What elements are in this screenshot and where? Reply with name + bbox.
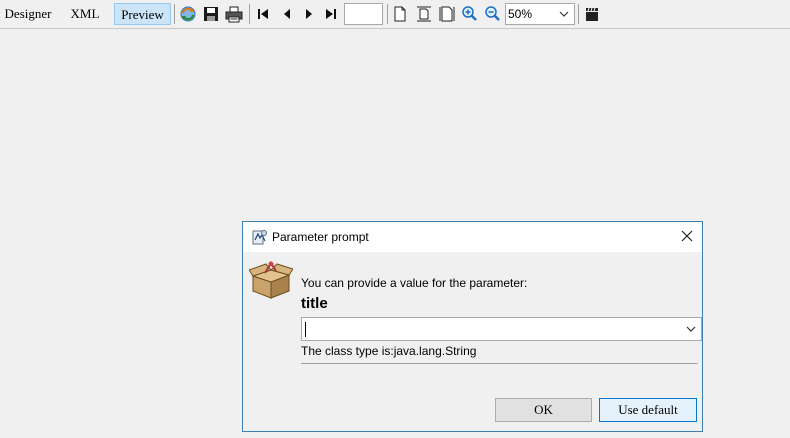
next-page-icon[interactable] [300, 5, 318, 23]
close-icon[interactable] [680, 229, 694, 243]
dialog-title: Parameter prompt [272, 230, 369, 244]
clapper-icon[interactable] [583, 5, 601, 23]
actual-size-icon[interactable] [391, 5, 409, 23]
first-page-icon[interactable] [254, 5, 272, 23]
chevron-down-icon[interactable] [685, 323, 697, 335]
tab-xml[interactable]: XML [62, 3, 108, 25]
tab-preview[interactable]: Preview [114, 3, 171, 25]
toolbar-separator [387, 4, 388, 24]
previous-page-icon[interactable] [278, 5, 296, 23]
page-number-input[interactable] [344, 3, 383, 25]
dialog-divider [301, 363, 698, 364]
report-app-icon [252, 230, 267, 245]
preview-toolbar: Designer XML Preview 50% [0, 0, 790, 29]
chevron-down-icon [559, 11, 569, 17]
zoom-select[interactable]: 50% [505, 3, 575, 25]
class-type-label: The class type is:java.lang.String [301, 344, 477, 358]
zoom-in-icon[interactable] [461, 5, 479, 23]
zoom-value: 50% [508, 7, 533, 21]
dialog-titlebar[interactable]: Parameter prompt [243, 222, 702, 252]
fit-page-icon[interactable] [415, 5, 433, 23]
toolbar-separator [174, 4, 175, 24]
fit-width-icon[interactable] [438, 5, 456, 23]
toolbar-separator [249, 4, 250, 24]
zoom-out-icon[interactable] [484, 5, 502, 23]
last-page-icon[interactable] [322, 5, 340, 23]
package-box-icon [249, 261, 293, 299]
print-icon[interactable] [225, 5, 243, 23]
save-icon[interactable] [202, 5, 220, 23]
tab-designer[interactable]: Designer [0, 3, 56, 25]
ok-button[interactable]: OK [495, 398, 592, 422]
refresh-icon[interactable] [179, 5, 197, 23]
text-caret [305, 322, 306, 337]
parameter-value-combo[interactable] [301, 317, 702, 341]
dialog-message: You can provide a value for the paramete… [301, 276, 528, 290]
parameter-name: title [301, 295, 328, 312]
toolbar-separator [578, 4, 579, 24]
use-default-button[interactable]: Use default [599, 398, 697, 422]
parameter-prompt-dialog: Parameter prompt You can provide a value… [242, 221, 703, 432]
